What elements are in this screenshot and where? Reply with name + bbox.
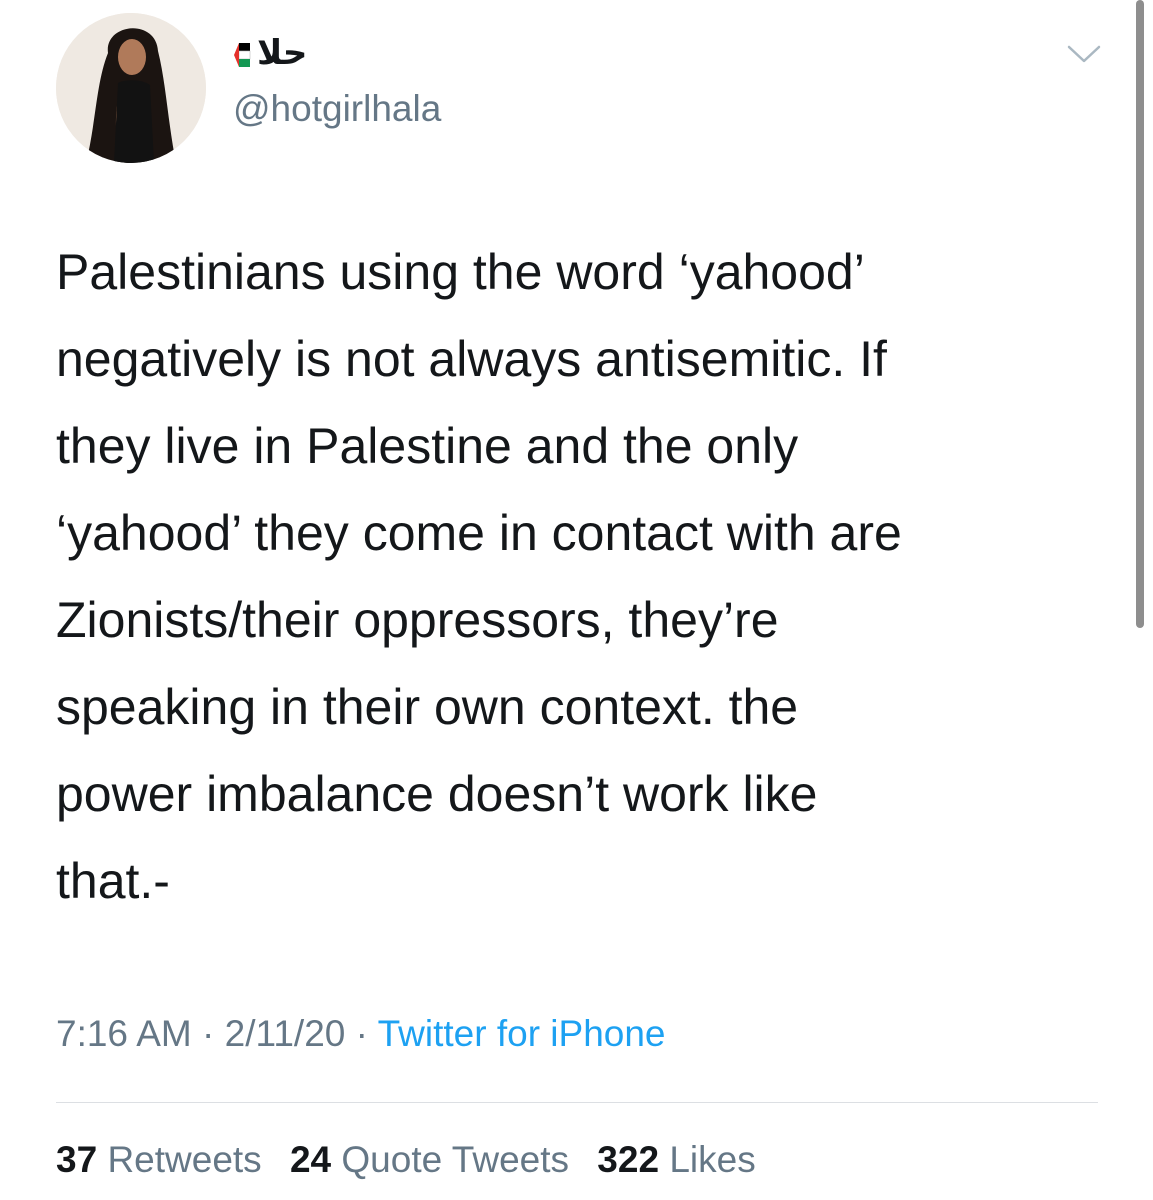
tweet-text: Palestinians using the word ‘yahood’ neg… bbox=[56, 229, 1116, 925]
tweet-text-line: power imbalance doesn’t work like bbox=[56, 766, 818, 822]
likes-label: Likes bbox=[669, 1139, 756, 1180]
likes-stat[interactable]: 322 Likes bbox=[597, 1139, 755, 1180]
quote-tweets-count: 24 bbox=[289, 1139, 332, 1180]
chevron-down-icon[interactable] bbox=[1066, 42, 1102, 66]
tweet-text-line: they live in Palestine and the only bbox=[56, 418, 799, 474]
display-name-row[interactable]: حلا bbox=[233, 33, 307, 73]
tweet-stats: 37 Retweets 24 Quote Tweets 322 Likes bbox=[56, 1139, 774, 1181]
display-name: حلا bbox=[257, 34, 308, 72]
quote-tweets-label: Quote Tweets bbox=[341, 1139, 570, 1180]
tweet-meta: 7:16 AM · 2/11/20 · Twitter for iPhone bbox=[56, 1013, 666, 1055]
meta-separator: · bbox=[202, 1013, 215, 1054]
likes-count: 322 bbox=[597, 1139, 660, 1180]
tweet-text-line: ‘yahood’ they come in contact with are bbox=[56, 505, 902, 561]
quote-tweets-stat[interactable]: 24 Quote Tweets bbox=[290, 1139, 569, 1180]
scrollbar[interactable] bbox=[1136, 0, 1144, 628]
meta-separator: · bbox=[355, 1013, 368, 1054]
tweet-text-line: Zionists/their oppressors, they’re bbox=[56, 592, 779, 648]
tweet-text-line: that.- bbox=[56, 853, 170, 909]
user-handle[interactable]: @hotgirlhala bbox=[233, 88, 441, 130]
tweet-card: حلا @hotgirlhala Palestinians using the … bbox=[0, 0, 1153, 1200]
tweet-text-line: negatively is not always antisemitic. If bbox=[56, 331, 887, 387]
tweet-text-line: speaking in their own context. the bbox=[56, 679, 799, 735]
palestine-flag-icon bbox=[234, 43, 251, 68]
avatar[interactable] bbox=[56, 13, 206, 163]
tweet-source-link[interactable]: Twitter for iPhone bbox=[378, 1013, 666, 1054]
retweets-label: Retweets bbox=[107, 1139, 262, 1180]
tweet-date[interactable]: 2/11/20 bbox=[225, 1013, 346, 1054]
avatar-image bbox=[56, 13, 206, 163]
tweet-time[interactable]: 7:16 AM bbox=[56, 1013, 192, 1054]
retweets-count: 37 bbox=[56, 1139, 98, 1180]
tweet-text-line: Palestinians using the word ‘yahood’ bbox=[56, 244, 865, 300]
divider bbox=[56, 1102, 1098, 1103]
retweets-stat[interactable]: 37 Retweets bbox=[56, 1139, 262, 1180]
